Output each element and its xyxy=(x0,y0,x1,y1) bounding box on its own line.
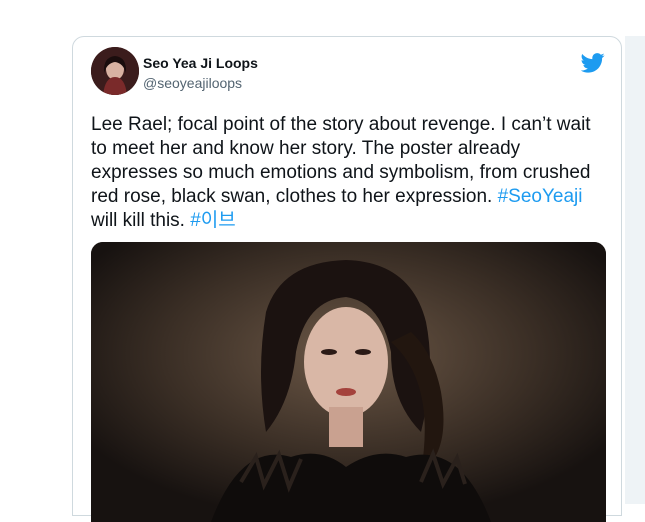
tweet-text: Lee Rael; focal point of the story about… xyxy=(91,113,611,233)
page-background-strip xyxy=(625,36,645,504)
embedded-tweet-card[interactable]: Seo Yea Ji Loops @seoyeajiloops Lee Rael… xyxy=(72,36,622,522)
hashtag-link-seoyeaji[interactable]: #SeoYeaji xyxy=(498,186,583,207)
tweet-media-image[interactable] xyxy=(91,242,606,522)
avatar-image xyxy=(91,47,139,95)
portrait-image xyxy=(91,242,606,522)
hashtag-link-eve[interactable]: #이브 xyxy=(190,210,236,231)
user-handle[interactable]: @seoyeajiloops xyxy=(143,75,242,91)
tweet-text-mid: will kill this. xyxy=(91,210,191,231)
twitter-bird-icon[interactable] xyxy=(581,53,605,73)
avatar[interactable] xyxy=(91,47,139,95)
display-name[interactable]: Seo Yea Ji Loops xyxy=(143,55,258,71)
